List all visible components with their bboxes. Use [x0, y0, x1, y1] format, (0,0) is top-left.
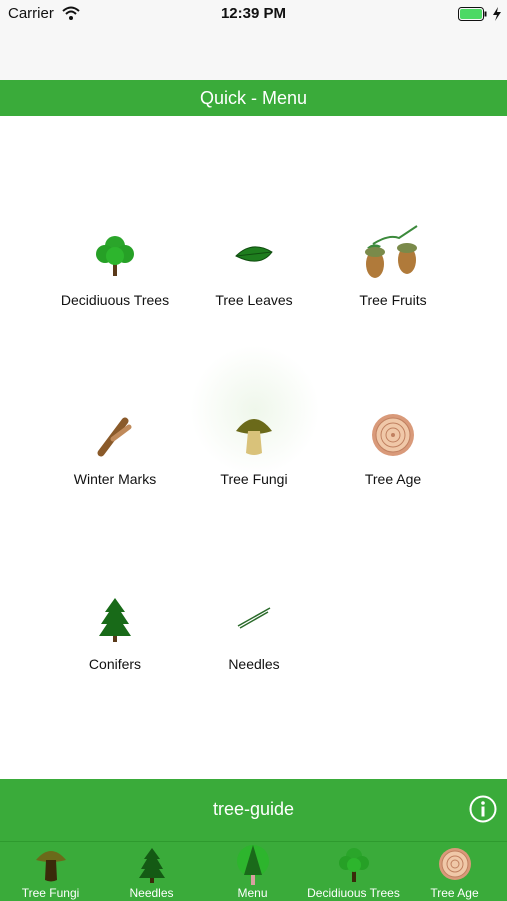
- tab-tree-fungi[interactable]: Tree Fungi: [0, 842, 101, 901]
- menu-item-label: Needles: [228, 656, 280, 672]
- menu-item-label: Winter Marks: [73, 471, 157, 487]
- app-title: tree-guide: [212, 799, 295, 819]
- tab-needles[interactable]: Needles: [101, 842, 202, 901]
- tab-bar: Tree Fungi Needles Menu Decidiuous Trees: [0, 841, 507, 901]
- tab-label: Tree Age: [430, 886, 479, 900]
- menu-item-conifers[interactable]: Conifers: [45, 598, 185, 698]
- menu-item-label: Tree Age: [364, 471, 422, 487]
- menu-item-tree-age[interactable]: Tree Age: [323, 413, 463, 513]
- menu-item-tree-leaves[interactable]: Tree Leaves: [184, 234, 324, 334]
- menu-item-deciduous-trees[interactable]: Decidiuous Trees: [45, 234, 185, 334]
- menu-tree-icon: [237, 845, 269, 885]
- info-icon[interactable]: [469, 795, 497, 823]
- acorn-icon: [365, 225, 418, 278]
- menu-item-tree-fruits[interactable]: Tree Fruits: [323, 225, 463, 334]
- menu-item-label: Decidiuous Trees: [60, 292, 170, 308]
- clock: 12:39 PM: [220, 5, 287, 22]
- tab-label: Needles: [129, 886, 174, 900]
- deciduous-tree-icon: [339, 848, 369, 882]
- tab-menu[interactable]: Menu: [202, 842, 303, 901]
- leaf-icon: [235, 246, 273, 262]
- menu-item-label: Tree Fungi: [220, 471, 288, 487]
- battery-icon: [458, 7, 487, 21]
- page-title: Quick - Menu: [199, 88, 308, 108]
- tab-label: Decidiuous Trees: [307, 886, 400, 900]
- menu-item-winter-marks[interactable]: Winter Marks: [45, 413, 185, 513]
- tab-label: Menu: [237, 886, 268, 900]
- menu-item-needles[interactable]: Needles: [184, 598, 324, 698]
- menu-item-label: Tree Fruits: [359, 292, 427, 308]
- mushroom-icon: [236, 419, 272, 455]
- menu-item-tree-fungi[interactable]: Tree Fungi: [184, 413, 324, 513]
- tab-tree-age[interactable]: Tree Age: [404, 842, 505, 901]
- menu-item-label: Conifers: [88, 656, 142, 672]
- page-header: Quick - Menu: [0, 80, 507, 116]
- needles-icon: [237, 607, 271, 629]
- tree-rings-icon: [372, 414, 414, 456]
- twig-icon: [97, 417, 132, 457]
- menu-item-label: Tree Leaves: [215, 292, 293, 308]
- mushroom-icon: [36, 851, 66, 882]
- deciduous-tree-icon: [96, 236, 134, 276]
- tab-label: Tree Fungi: [21, 886, 80, 900]
- status-bar: Carrier 12:39 PM: [0, 0, 507, 80]
- tree-rings-icon: [439, 848, 471, 880]
- tab-deciduous-trees[interactable]: Decidiuous Trees: [303, 842, 404, 901]
- charging-bolt-icon: [493, 7, 501, 21]
- footer-bar: tree-guide: [0, 779, 507, 841]
- conifer-icon: [139, 848, 165, 883]
- conifer-icon: [99, 598, 131, 642]
